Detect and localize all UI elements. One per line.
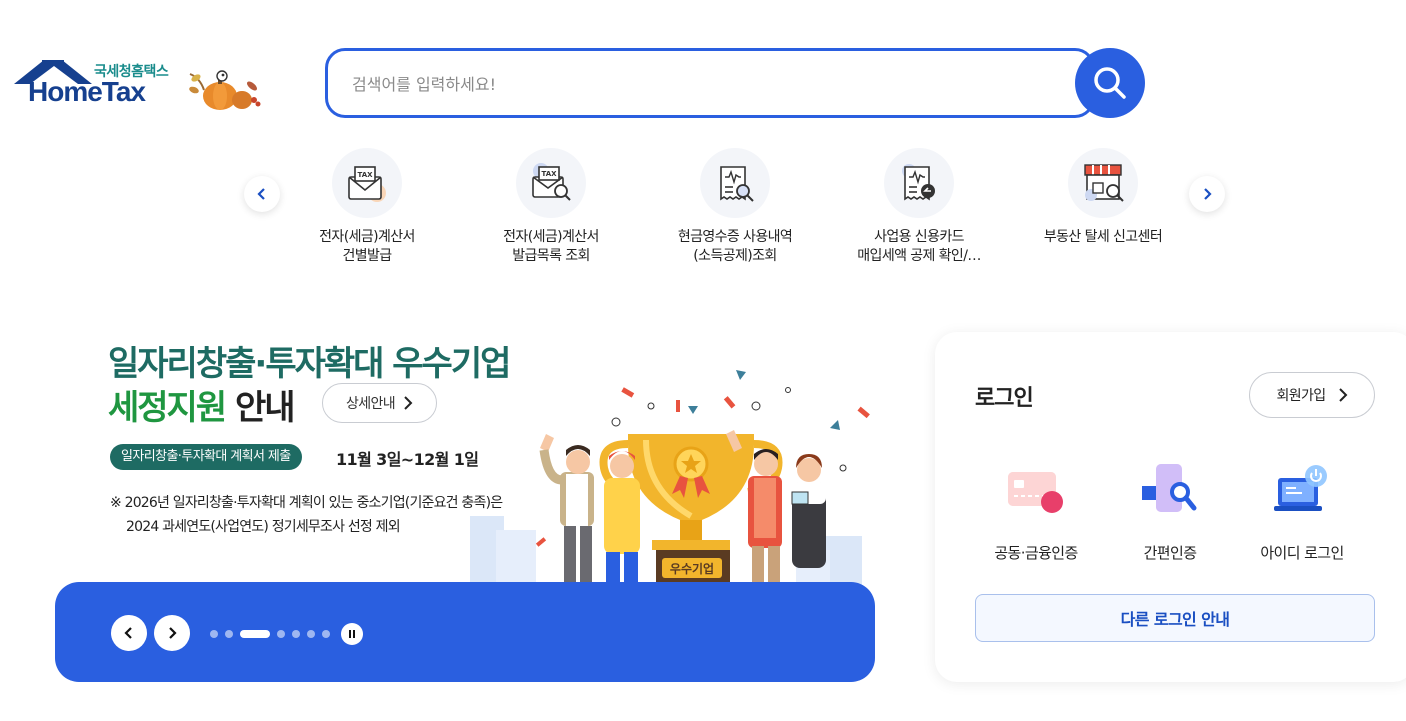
pumpkin-decoration-icon — [189, 70, 261, 110]
banner-detail-button[interactable]: 상세안내 — [322, 383, 437, 423]
hometax-page: 국세청홈택스 HomeTax 검색어를 입력하세요! TAX 전자(세금)계산서… — [0, 0, 1406, 721]
banner-pause-button[interactable] — [341, 623, 363, 645]
banner-next-button[interactable] — [154, 615, 190, 651]
hometax-logo[interactable]: 국세청홈택스 HomeTax — [14, 58, 264, 114]
slide-indicator-dot-active[interactable] — [240, 630, 270, 638]
quick-menu-label: 전자(세금)계산서 건별발급 — [319, 229, 415, 264]
laptop-power-icon — [1274, 465, 1327, 511]
slide-indicator-dot[interactable] — [225, 630, 233, 638]
chevron-right-icon — [1338, 388, 1347, 402]
banner-badge: 일자리창출·투자확대 계획서 제출 — [110, 444, 302, 470]
search-input[interactable] — [352, 69, 1052, 99]
chevron-right-icon — [169, 627, 177, 639]
login-option-label: 간편인증 — [1143, 544, 1197, 562]
banner-controls — [55, 582, 875, 682]
quick-menu-item-realestate-report[interactable]: 부동산 탈세 신고센터 — [1018, 148, 1188, 247]
chevron-right-icon — [404, 396, 413, 410]
banner-title-rest: 안내 — [225, 388, 296, 428]
certificate-card-icon — [1008, 472, 1063, 513]
banner-title-line2: 세정지원 안내 — [108, 380, 296, 429]
svg-text:TAX: TAX — [357, 171, 373, 179]
slide-indicator-dot[interactable] — [277, 630, 285, 638]
slide-indicator-dot[interactable] — [210, 630, 218, 638]
login-option-certificate[interactable]: 공동·금융인증 — [971, 460, 1101, 563]
banner-note-line1: ※ 2026년 일자리창출·투자확대 계획이 있는 중소기업(기준요건 충족)은 — [110, 495, 503, 511]
svg-text:TAX: TAX — [541, 170, 557, 178]
trophy-label: 우수기업 — [670, 561, 714, 576]
quick-menu-label: 현금영수증 사용내역 (소득공제)조회 — [677, 229, 793, 264]
tax-envelope-icon: TAX — [348, 166, 386, 202]
quick-menu-item-einvoice-list[interactable]: TAX 전자(세금)계산서 발급목록 조회 — [466, 148, 636, 266]
chevron-left-icon — [124, 627, 132, 639]
quick-menu-item-einvoice-issue[interactable]: TAX 전자(세금)계산서 건별발급 — [282, 148, 452, 266]
banner-title-highlight: 세정지원 — [108, 388, 227, 428]
banner-note-line2: 2024 과세연도(사업연도) 정기세무조사 선정 제외 — [126, 519, 401, 535]
login-option-simple[interactable]: 간편인증 — [1105, 460, 1235, 563]
login-panel: 로그인 회원가입 공동·금융인증 간편인증 아이디 로그인 다른 로그인 안내 — [935, 332, 1406, 682]
login-option-label: 공동·금융인증 — [994, 544, 1078, 562]
chevron-left-icon — [257, 188, 265, 200]
quick-menu-label: 사업용 신용카드 매입세액 공제 확인/… — [857, 229, 981, 264]
banner-title-line1: 일자리창출·투자확대 우수기업 — [108, 344, 511, 384]
signup-button[interactable]: 회원가입 — [1249, 372, 1375, 418]
receipt-search-icon — [720, 166, 754, 202]
login-option-label: 아이디 로그인 — [1260, 544, 1344, 562]
phone-search-icon — [1142, 464, 1197, 512]
login-title: 로그인 — [975, 386, 1034, 411]
trophy-celebration-illustration: 우수기업 — [470, 370, 870, 586]
quick-menu-item-cash-receipt[interactable]: 현금영수증 사용내역 (소득공제)조회 — [650, 148, 820, 266]
pause-icon — [349, 630, 355, 638]
chevron-right-icon — [1204, 188, 1212, 200]
detail-button-label: 상세안내 — [345, 396, 396, 412]
quick-menu-label: 전자(세금)계산서 발급목록 조회 — [503, 229, 599, 264]
search-icon — [1094, 67, 1126, 99]
banner-prev-button[interactable] — [111, 615, 147, 651]
quick-menu-label: 부동산 탈세 신고센터 — [1043, 229, 1163, 245]
quick-menu-prev-button[interactable] — [244, 176, 280, 212]
slide-indicator-dot[interactable] — [307, 630, 315, 638]
quick-menu-next-button[interactable] — [1189, 176, 1225, 212]
login-option-id[interactable]: 아이디 로그인 — [1237, 460, 1367, 563]
banner-date: 11월 3일~12월 1일 — [336, 450, 479, 469]
slide-indicator-dot[interactable] — [292, 630, 300, 638]
search-button[interactable] — [1075, 48, 1145, 118]
tax-search-icon: TAX — [532, 163, 571, 201]
signup-label: 회원가입 — [1276, 388, 1326, 404]
logo-title: HomeTax — [28, 76, 146, 107]
other-login-guide-button[interactable]: 다른 로그인 안내 — [975, 594, 1375, 642]
search-box — [325, 48, 1095, 118]
quick-menu-item-business-card[interactable]: 사업용 신용카드 매입세액 공제 확인/… — [834, 148, 1004, 266]
slide-indicator-dot[interactable] — [322, 630, 330, 638]
store-search-icon — [1084, 164, 1124, 202]
receipt-card-icon — [902, 164, 935, 201]
